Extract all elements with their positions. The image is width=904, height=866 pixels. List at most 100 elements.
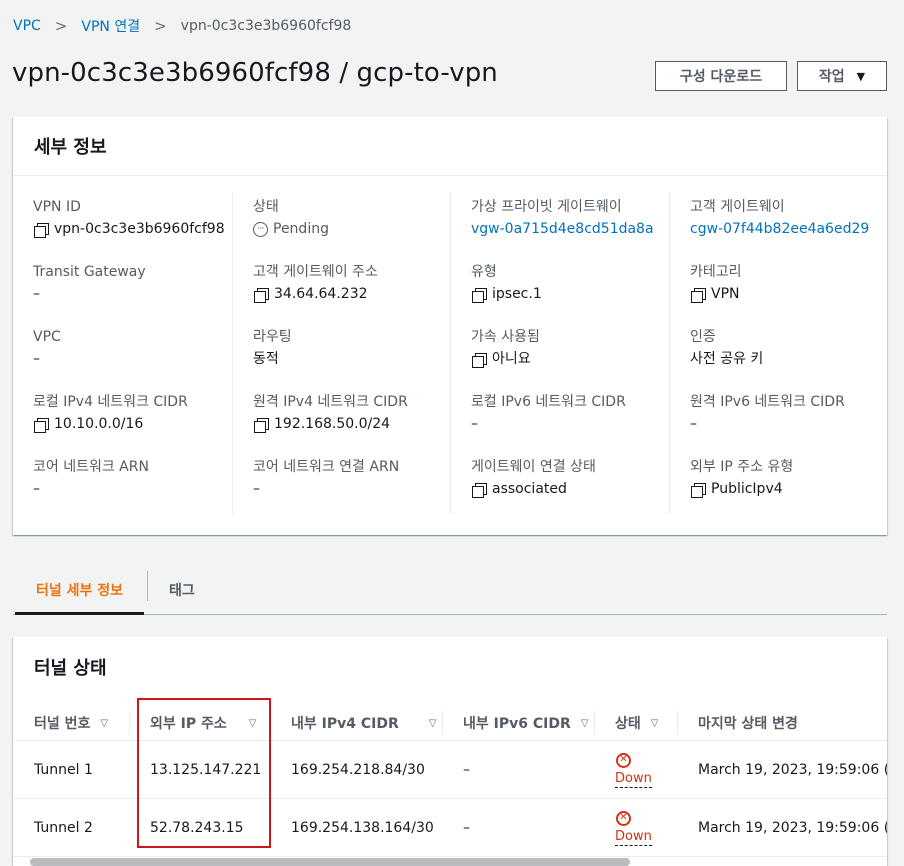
copy-icon[interactable] <box>690 287 706 303</box>
page-title: vpn-0c3c3e3b6960fcf98 / gcp-to-vpn <box>12 58 498 88</box>
copy-icon[interactable] <box>33 417 49 433</box>
status-down-text[interactable]: Down <box>615 770 652 788</box>
column-header-label: 내부 IPv4 CIDR <box>291 716 399 732</box>
sort-icon[interactable]: ▽ <box>581 718 589 729</box>
column-divider <box>129 711 130 735</box>
breadcrumb: VPC > VPN 연결 > vpn-0c3c3e3b6960fcf98 <box>13 17 351 35</box>
detail-value-row: 34.64.64.232 <box>253 283 450 305</box>
detail-value: – <box>33 481 40 497</box>
tunnel-state-panel: 터널 상태 터널 번호 ▽ 외부 IP 주소 ▽ 내부 IPv4 CIDR ▽ 내부 … <box>13 637 887 866</box>
breadcrumb-vpn-connections[interactable]: VPN 연결 <box>81 16 140 36</box>
detail-acceleration: 가속 사용됨 아니요 <box>471 322 668 387</box>
breadcrumb-current: vpn-0c3c3e3b6960fcf98 <box>180 18 352 34</box>
detail-value-row: ipsec.1 <box>471 283 668 305</box>
table-row: Tunnel 1 13.125.147.221 169.254.218.84/3… <box>13 741 887 799</box>
actions-button[interactable]: 작업 ▼ <box>797 61 887 91</box>
column-header-tunnel-number[interactable]: 터널 번호 ▽ <box>34 705 108 741</box>
column-header-inside-ipv4[interactable]: 내부 IPv4 CIDR ▽ <box>291 705 436 741</box>
detail-customer-gateway: 고객 게이트웨이 cgw-07f44b82ee4a6ed29 <box>690 192 887 257</box>
detail-local-ipv6-cidr: 로컬 IPv6 네트워크 CIDR – <box>471 387 668 452</box>
detail-label: VPC <box>33 329 61 345</box>
sort-icon[interactable]: ▽ <box>429 718 437 729</box>
detail-label: 카테고리 <box>690 264 742 280</box>
download-configuration-button[interactable]: 구성 다운로드 <box>655 61 787 91</box>
details-column-4: 고객 게이트웨이 cgw-07f44b82ee4a6ed29 카테고리 VPN … <box>669 192 887 514</box>
status-down-text[interactable]: Down <box>615 828 652 846</box>
sort-icon[interactable]: ▽ <box>249 718 257 729</box>
column-header-label: 외부 IP 주소 <box>150 716 227 732</box>
table-row: Tunnel 2 52.78.243.15 169.254.138.164/30… <box>13 799 887 857</box>
vgw-link[interactable]: vgw-0a715d4e8cd51da8a <box>471 218 668 240</box>
detail-value-row: ··· Pending <box>253 218 450 240</box>
detail-label: 외부 IP 주소 유형 <box>690 459 794 475</box>
detail-value-row: 192.168.50.0/24 <box>253 413 450 435</box>
breadcrumb-vpc[interactable]: VPC <box>13 18 41 34</box>
detail-value-row: 10.10.0.0/16 <box>33 413 231 435</box>
detail-label: 상태 <box>253 199 279 215</box>
details-grid: VPN ID vpn-0c3c3e3b6960fcf98 Transit Gat… <box>13 177 887 517</box>
detail-label: 코어 네트워크 ARN <box>33 459 149 475</box>
tunnel-state-heading: 터널 상태 <box>34 658 107 679</box>
sort-icon[interactable]: ▽ <box>651 718 659 729</box>
copy-icon[interactable] <box>690 482 706 498</box>
detail-value-row: VPN <box>690 283 887 305</box>
sort-icon[interactable]: ▽ <box>100 718 108 729</box>
detail-value: – <box>33 351 40 367</box>
details-column-3: 가상 프라이빗 게이트웨이 vgw-0a715d4e8cd51da8a 유형 i… <box>450 192 668 514</box>
last-status-change: March 19, 2023, 19:59:06 (UT <box>698 762 887 778</box>
copy-icon[interactable] <box>253 287 269 303</box>
table-header: 터널 번호 ▽ 외부 IP 주소 ▽ 내부 IPv4 CIDR ▽ 내부 IPv6 C… <box>13 705 887 741</box>
tab-tags[interactable]: 태그 <box>148 565 216 615</box>
column-header-label: 터널 번호 <box>34 716 91 732</box>
detail-label: 로컬 IPv6 네트워크 CIDR <box>471 394 626 410</box>
copy-icon[interactable] <box>253 417 269 433</box>
details-column-2: 상태 ··· Pending 고객 게이트웨이 주소 34.64.64.232 라… <box>232 192 450 514</box>
column-header-outside-ip[interactable]: 외부 IP 주소 ▽ <box>150 705 256 741</box>
detail-label: 코어 네트워크 연결 ARN <box>253 459 400 475</box>
detail-value: – <box>471 416 478 432</box>
detail-transit-gateway: Transit Gateway – <box>33 257 231 322</box>
copy-icon[interactable] <box>33 222 49 238</box>
status-pending: Pending <box>273 221 329 237</box>
detail-label: 고객 게이트웨이 주소 <box>253 264 378 280</box>
horizontal-scrollbar[interactable] <box>30 858 630 866</box>
copy-icon[interactable] <box>471 482 487 498</box>
column-divider <box>442 711 443 735</box>
cgw-link[interactable]: cgw-07f44b82ee4a6ed29 <box>690 218 887 240</box>
detail-label: 라우팅 <box>253 329 292 345</box>
detail-remote-ipv4-cidr: 원격 IPv4 네트워크 CIDR 192.168.50.0/24 <box>253 387 450 452</box>
tab-tunnel-details[interactable]: 터널 세부 정보 <box>15 565 145 615</box>
detail-vpc: VPC – <box>33 322 231 387</box>
column-divider <box>677 711 678 735</box>
tunnel-number: Tunnel 1 <box>34 762 93 778</box>
outside-ip: 13.125.147.221 <box>150 762 262 778</box>
column-header-last-status-change[interactable]: 마지막 상태 변경 <box>698 705 798 741</box>
detail-core-network-arn: 코어 네트워크 ARN – <box>33 452 231 517</box>
details-column-1: VPN ID vpn-0c3c3e3b6960fcf98 Transit Gat… <box>13 192 231 514</box>
detail-value-row: 아니요 <box>471 348 668 370</box>
column-header-inside-ipv6[interactable]: 내부 IPv6 CIDR ▽ <box>463 705 588 741</box>
tunnel-status: ✕ Down <box>615 799 652 857</box>
chevron-right-icon: > <box>54 17 68 35</box>
copy-icon[interactable] <box>471 352 487 368</box>
tunnel-number: Tunnel 2 <box>34 820 93 836</box>
detail-routing: 라우팅 동적 <box>253 322 450 387</box>
column-header-label: 내부 IPv6 CIDR <box>463 716 571 732</box>
outside-ip: 52.78.243.15 <box>150 820 244 836</box>
last-status-change: March 19, 2023, 19:59:06 (UT <box>698 820 887 836</box>
column-header-status[interactable]: 상태 ▽ <box>615 705 658 741</box>
detail-value: 아니요 <box>492 351 531 367</box>
detail-value: 사전 공유 키 <box>690 351 764 367</box>
detail-label: 로컬 IPv4 네트워크 CIDR <box>33 394 188 410</box>
detail-customer-gateway-address: 고객 게이트웨이 주소 34.64.64.232 <box>253 257 450 322</box>
detail-vpn-id: VPN ID vpn-0c3c3e3b6960fcf98 <box>33 192 231 257</box>
tab-bar: 터널 세부 정보 태그 <box>13 565 887 615</box>
detail-value: – <box>253 481 260 497</box>
detail-label: Transit Gateway <box>33 264 146 280</box>
inside-ipv4-cidr: 169.254.138.164/30 <box>291 820 434 836</box>
copy-icon[interactable] <box>471 287 487 303</box>
detail-label: 원격 IPv4 네트워크 CIDR <box>253 394 408 410</box>
column-header-label: 상태 <box>615 716 641 732</box>
detail-value: ipsec.1 <box>492 286 542 302</box>
detail-value: – <box>690 416 697 432</box>
